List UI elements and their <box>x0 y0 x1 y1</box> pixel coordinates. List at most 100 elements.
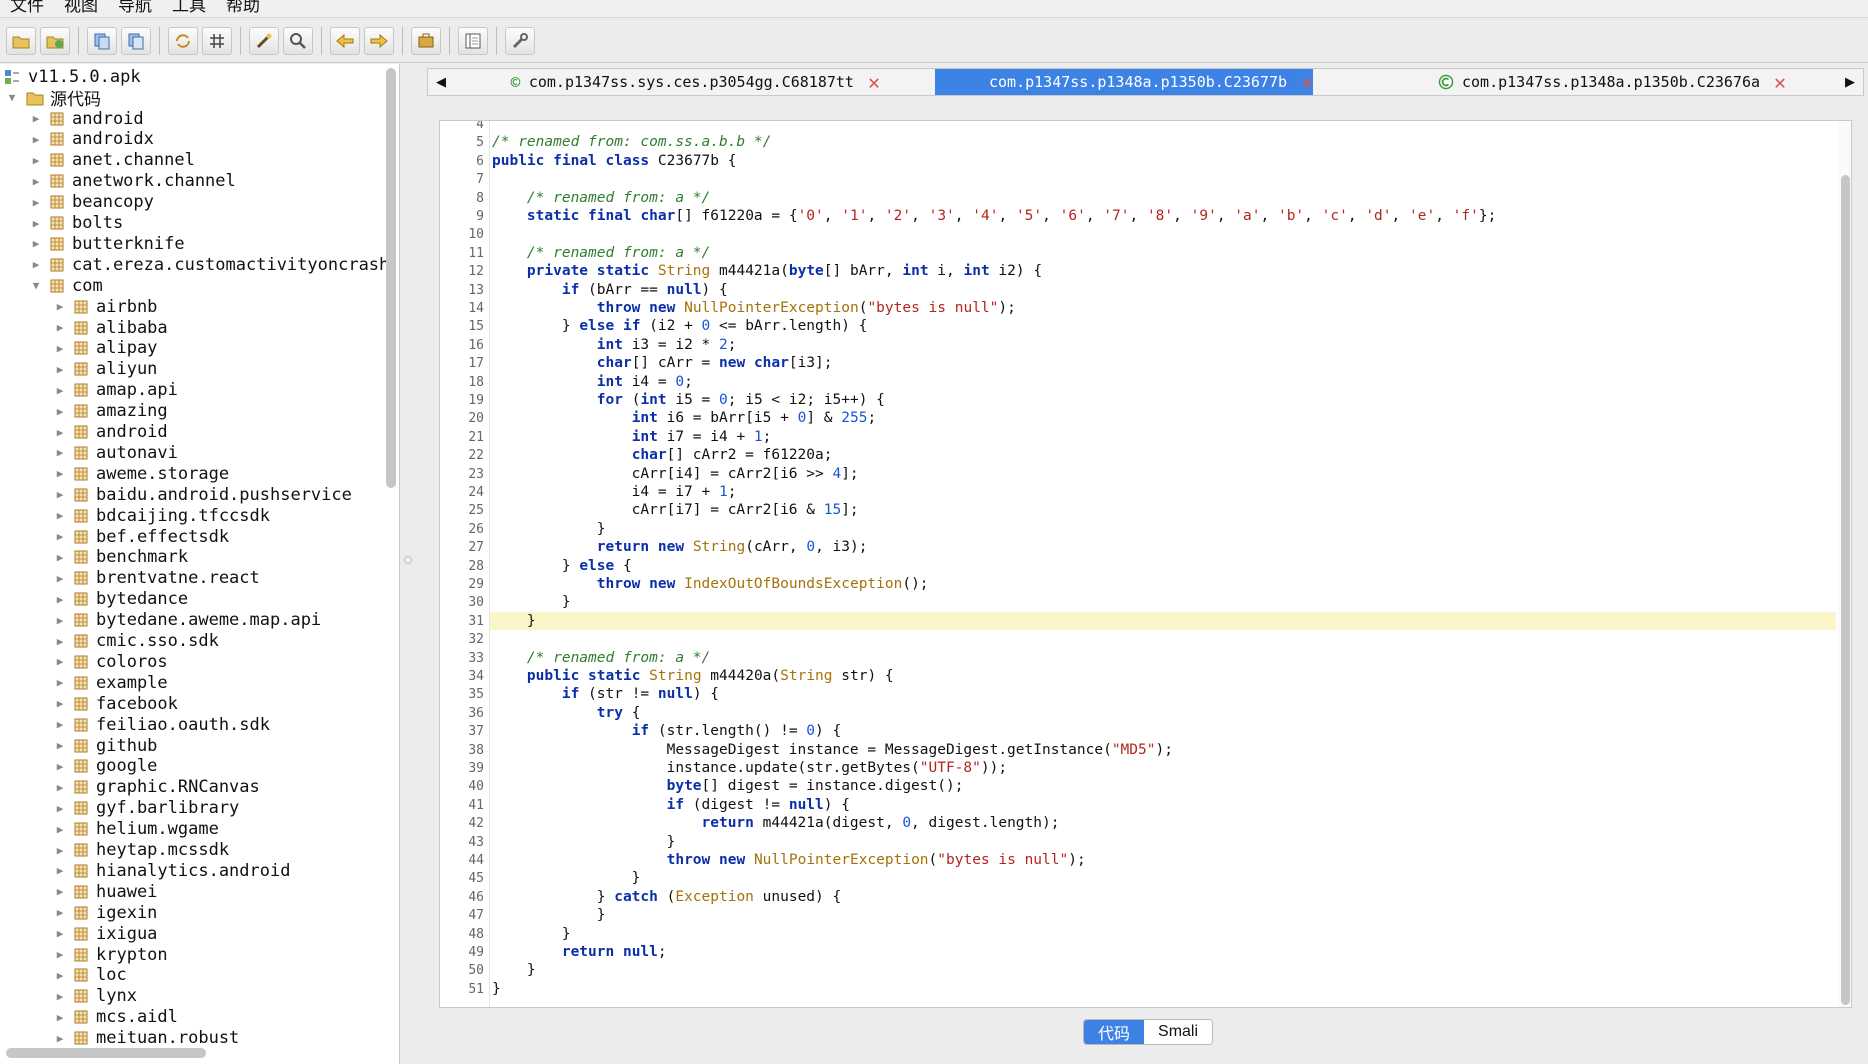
expanded-arrow-icon[interactable]: ▼ <box>6 91 18 104</box>
close-icon[interactable]: ✕ <box>1774 72 1786 92</box>
code-line[interactable]: throw new IndexOutOfBoundsException(); <box>490 575 929 593</box>
code-line[interactable]: } <box>490 869 641 887</box>
splitter-handle[interactable] <box>404 556 412 564</box>
smali-view-button[interactable]: Smali <box>1144 1020 1213 1044</box>
tree-item[interactable]: ▶ helium.wgame <box>54 819 219 840</box>
collapsed-arrow-icon[interactable]: ▶ <box>54 948 66 961</box>
code-line[interactable]: for (int i5 = 0; i5 < i2; i5++) { <box>490 391 885 409</box>
tree-item[interactable]: ▶ igexin <box>54 902 158 923</box>
code-line[interactable]: return new String(cArr, 0, i3); <box>490 538 868 556</box>
menu-tools[interactable]: 工具 <box>162 0 216 15</box>
tree-item[interactable]: ▶ cat.ereza.customactivityoncrash <box>30 254 390 275</box>
collapsed-arrow-icon[interactable]: ▶ <box>30 237 42 250</box>
tree-item[interactable]: ▶ huawei <box>54 881 158 902</box>
collapsed-arrow-icon[interactable]: ▶ <box>54 300 66 313</box>
collapsed-arrow-icon[interactable]: ▶ <box>54 384 66 397</box>
code-line[interactable]: } <box>490 612 536 630</box>
code-line[interactable] <box>490 225 492 243</box>
tree-item[interactable]: ▶ aweme.storage <box>54 463 229 484</box>
tree-item[interactable]: ▶ android <box>54 422 168 443</box>
briefcase-button[interactable] <box>411 26 441 55</box>
code-line[interactable]: if (bArr == null) { <box>490 281 728 299</box>
code-line[interactable]: /* renamed from: a */ <box>490 244 710 262</box>
expanded-arrow-icon[interactable]: ▼ <box>30 279 42 292</box>
tree-item[interactable]: ▶ lynx <box>54 986 137 1007</box>
collapsed-arrow-icon[interactable]: ▶ <box>54 760 66 773</box>
collapsed-arrow-icon[interactable]: ▶ <box>54 426 66 439</box>
code-line[interactable]: } catch (Exception unused) { <box>490 888 841 906</box>
code-line[interactable]: private static String m44421a(byte[] bAr… <box>490 262 1042 280</box>
settings-button[interactable] <box>505 26 535 55</box>
collapsed-arrow-icon[interactable]: ▶ <box>54 927 66 940</box>
code-line[interactable]: } <box>490 980 501 998</box>
tree-item[interactable]: ▶ facebook <box>54 693 178 714</box>
tab-scroll-left-icon[interactable]: ◀ <box>428 69 454 95</box>
code-line[interactable]: public final class C23677b { <box>490 152 736 170</box>
collapsed-arrow-icon[interactable]: ▶ <box>54 781 66 794</box>
sync-button[interactable] <box>168 26 198 55</box>
copy-button[interactable] <box>87 26 117 55</box>
grid-button[interactable] <box>202 26 232 55</box>
add-file-button[interactable] <box>40 26 70 55</box>
code-line[interactable]: return m44421a(digest, 0, digest.length)… <box>490 814 1060 832</box>
collapsed-arrow-icon[interactable]: ▶ <box>54 488 66 501</box>
menu-help[interactable]: 帮助 <box>216 0 270 15</box>
code-line[interactable]: if (str.length() != 0) { <box>490 722 842 740</box>
collapsed-arrow-icon[interactable]: ▶ <box>54 405 66 418</box>
tree-item[interactable]: ▶ loc <box>54 965 127 986</box>
tree-item[interactable]: ▶ example <box>54 672 168 693</box>
code-line[interactable]: } <box>490 833 676 851</box>
menu-view[interactable]: 视图 <box>54 0 108 15</box>
code-line[interactable]: i4 = i7 + 1; <box>490 483 737 501</box>
tree-source-node[interactable]: ▼ 源代码 <box>6 87 101 110</box>
collapsed-arrow-icon[interactable]: ▶ <box>54 1032 66 1045</box>
tree-vertical-scrollbar[interactable] <box>386 68 396 488</box>
collapsed-arrow-icon[interactable]: ▶ <box>54 467 66 480</box>
tree-item[interactable]: ▶ github <box>54 735 158 756</box>
collapsed-arrow-icon[interactable]: ▶ <box>30 258 42 271</box>
collapsed-arrow-icon[interactable]: ▶ <box>54 551 66 564</box>
collapsed-arrow-icon[interactable]: ▶ <box>54 802 66 815</box>
collapsed-arrow-icon[interactable]: ▶ <box>54 321 66 334</box>
code-line[interactable]: } <box>490 925 571 943</box>
collapsed-arrow-icon[interactable]: ▶ <box>30 175 42 188</box>
tree-item[interactable]: ▶ mcs.aidl <box>54 1007 178 1028</box>
tree-item[interactable]: ▶ amazing <box>54 401 168 422</box>
code-vertical-scrollbar[interactable] <box>1841 175 1850 1005</box>
tree-root[interactable]: v11.5.0.apk <box>4 66 141 87</box>
code-view-button[interactable]: 代码 <box>1084 1020 1145 1044</box>
collapsed-arrow-icon[interactable]: ▶ <box>54 530 66 543</box>
tree-item[interactable]: ▶ baidu.android.pushservice <box>54 484 352 505</box>
collapsed-arrow-icon[interactable]: ▶ <box>54 718 66 731</box>
package-tree[interactable]: v11.5.0.apk ▼ 源代码 ▶ android ▶ androidx ▶ anet… <box>0 64 400 1064</box>
wand-button[interactable] <box>249 26 279 55</box>
code-editor[interactable]: 4 5 6 7 8 9 10 11 12 13 14 15 16 17 18 19 20 21 22 23 24 25 26… <box>439 120 1852 1008</box>
forward-button[interactable] <box>364 26 394 55</box>
tab-c23676a[interactable]: com.p1347ss.p1348a.p1350b.C23676a ✕ <box>1438 69 1808 95</box>
collapsed-arrow-icon[interactable]: ▶ <box>54 593 66 606</box>
code-line[interactable]: char[] cArr = new char[i3]; <box>490 354 833 372</box>
collapsed-arrow-icon[interactable]: ▶ <box>54 823 66 836</box>
code-line[interactable]: public static String m44420a(String str)… <box>490 667 894 685</box>
collapsed-arrow-icon[interactable]: ▶ <box>54 1011 66 1024</box>
code-line[interactable]: MessageDigest instance = MessageDigest.g… <box>490 741 1173 759</box>
tree-item[interactable]: ▶ alibaba <box>54 317 168 338</box>
tree-item[interactable]: ▶ brentvatne.react <box>54 568 260 589</box>
tree-item[interactable]: ▶ amap.api <box>54 380 178 401</box>
code-line[interactable]: } else { <box>490 557 632 575</box>
code-line[interactable]: } <box>490 520 606 538</box>
tree-item[interactable]: ▶ android <box>30 108 144 129</box>
collapsed-arrow-icon[interactable]: ▶ <box>54 739 66 752</box>
collapsed-arrow-icon[interactable]: ▶ <box>30 217 42 230</box>
tree-item[interactable]: ▶ gyf.barlibrary <box>54 798 240 819</box>
tree-item[interactable]: ▶ krypton <box>54 944 168 965</box>
tree-item[interactable]: ▶ androidx <box>30 129 154 150</box>
collapsed-arrow-icon[interactable]: ▶ <box>30 112 42 125</box>
tree-item[interactable]: ▶ bytedane.aweme.map.api <box>54 610 321 631</box>
tab-scroll-right-icon[interactable]: ▶ <box>1837 69 1863 95</box>
close-icon[interactable]: ✕ <box>1301 72 1313 92</box>
code-line[interactable]: int i4 = 0; <box>490 373 693 391</box>
code-line[interactable]: cArr[i7] = cArr2[i6 & 15]; <box>490 501 859 519</box>
tree-item[interactable]: ▼ com <box>30 275 103 296</box>
collapsed-arrow-icon[interactable]: ▶ <box>54 990 66 1003</box>
